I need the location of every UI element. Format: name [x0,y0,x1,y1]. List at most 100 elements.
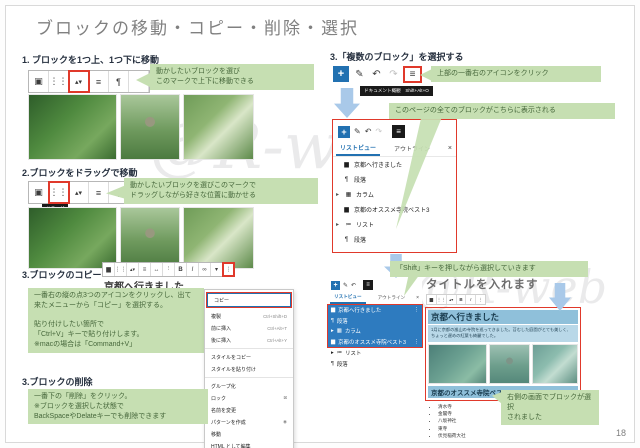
caret-icon: ▸ [336,222,340,228]
list-item-heading1-selected[interactable]: ▆ 京都へ行きました ⋮ [328,305,422,316]
list-item-label: 段落 [354,178,367,184]
inserter-plus-button[interactable]: + [331,280,340,290]
editor-heading1[interactable]: 京都へ行きました [428,310,578,324]
tab-outline[interactable]: アウトライン [374,293,410,303]
menu-item-insert-before[interactable]: 前に挿入 Ctrl+Alt+T [205,322,293,334]
menu-item-paste-styles[interactable]: スタイルを貼り付け [205,363,293,375]
drag-handle-icon[interactable]: ⋮⋮ [49,71,69,92]
list-item-paragraph1[interactable]: ¶ 段落 [333,172,456,187]
menu-item-lock[interactable]: ロック ⊠ [205,392,293,404]
menu-item-label: グループ化 [211,383,236,390]
caret-icon: ▸ [336,192,340,198]
menu-item-rename[interactable]: 名前を変更 [205,404,293,416]
menu-item-group[interactable]: グループ化 [205,380,293,392]
menu-item-label: 前に挿入 [211,325,232,332]
bold-icon[interactable]: B [175,263,187,276]
indent-icon[interactable]: ⫶ [163,263,175,276]
width-icon[interactable]: ↔ [151,263,163,276]
caption-icon[interactable]: ¶ [109,71,129,92]
drag-handle-icon[interactable]: ⋮⋮ [48,181,70,204]
callout-right-selected: 右側の画面でブロックが選択 されました [501,390,599,426]
menu-item-move[interactable]: 移動 [205,428,293,440]
bold-icon[interactable]: B [457,295,467,304]
menu-item-edit-html[interactable]: HTML として編集 [205,440,293,448]
list-item-list[interactable]: ▸ ≔ リスト [328,348,422,359]
temple-list-item[interactable]: 東寺 [438,425,580,432]
selected-rows-highlight: ▆ 京都へ行きました ⋮ ¶ 段落 ▸ ▦ カラム ▆ 京都のオススメ寺院ベスト… [327,304,423,348]
path-photo [182,94,254,160]
inserter-plus-button[interactable]: + [338,125,350,138]
menu-item-insert-after[interactable]: 後に挿入 Ctrl+Alt+Y [205,334,293,346]
block-mover-icon[interactable]: ▴▾ [447,295,457,304]
list-item-columns-selected[interactable]: ▸ ▦ カラム [328,326,422,337]
heading-block-icon[interactable]: ▆ [427,295,437,304]
close-icon[interactable]: × [448,145,452,152]
menu-item-label: パターンを作成 [211,419,246,426]
forest-photo-selected[interactable] [428,343,487,384]
path-photo-selected[interactable] [532,343,578,384]
redo-icon[interactable]: ↷ [387,69,400,80]
list-view-icon-active[interactable]: ≡ [392,125,406,138]
italic-icon[interactable]: I [466,295,477,304]
gallery-block-icon[interactable]: ▣ [29,182,49,203]
kebab-icon: ⋮ [413,338,419,345]
editor-paragraph[interactable]: 1月に京都の嵐山の寺院を巡ってきました。苔むした庭園がとても美しく、ちょっと遅め… [428,325,578,342]
block-mover-icon[interactable]: ▴▾ [69,182,89,203]
align-icon[interactable]: ≡ [89,71,109,92]
tab-list-view[interactable]: リストビュー [330,292,366,304]
link-icon[interactable]: ∞ [199,263,211,276]
inserter-plus-button[interactable]: + [333,66,349,82]
list-item-label: カラム [344,329,361,336]
tab-list-view[interactable]: リストビュー [336,141,381,156]
pencil-icon[interactable]: ✎ [343,282,348,289]
menu-item-copy[interactable]: コピー [206,292,292,308]
align-icon[interactable]: ≡ [139,263,151,276]
statue-photo-selected[interactable] [488,343,531,384]
italic-icon[interactable]: I [187,263,199,276]
list-view-panel-selected: + ✎ ↶ ≡ リストビュー アウトライン × ▆ 京都へ行きました ⋮ ¶ 段… [327,278,423,370]
gallery-block-icon[interactable]: ▣ [29,71,49,92]
menu-item-copy-styles[interactable]: スタイルをコピー [205,351,293,363]
drag-handle-icon[interactable]: ⋮⋮ [115,263,127,276]
list-item-label: 京都へ行きました [354,163,403,169]
undo-icon[interactable]: ↶ [370,69,383,80]
statue-photo [119,94,180,160]
heading-block-icon[interactable]: ▆ [103,263,115,276]
heading-block-icon: ▆ [331,307,336,314]
close-icon[interactable]: × [416,295,419,301]
list-item-list[interactable]: ▸ ≔ リスト [333,217,456,232]
panel-tabs: リストビュー アウトライン × [333,141,456,157]
undo-icon[interactable]: ↶ [365,127,372,136]
list-view-icon[interactable]: ≡ [403,65,422,83]
list-item-paragraph2[interactable]: ¶ 段落 [328,359,422,370]
list-item-heading2-selected[interactable]: ▆ 京都のオススメ寺院ベスト3 ⋮ [328,336,422,347]
menu-divider [205,377,293,378]
kebab-icon[interactable]: ⋮ [476,295,485,304]
drag-handle-icon[interactable]: ⋮⋮ [437,295,447,304]
list-item-label: 京都へ行きました [338,308,382,315]
options-kebab-icon[interactable]: ⋮ [222,262,235,277]
pencil-icon[interactable]: ✎ [354,127,361,136]
list-item-heading2[interactable]: ▆ 京都のオススメ寺院ベスト3 [333,202,456,217]
menu-item-create-pattern[interactable]: パターンを作成 ◉ [205,416,293,428]
menu-item-duplicate[interactable]: 複製 Ctrl+Shift+D [205,310,293,322]
menu-item-label: スタイルをコピー [211,354,252,361]
block-mover-icon[interactable]: ▴▾ [68,70,90,93]
block-mover-icon[interactable]: ▴▾ [127,263,139,276]
redo-icon[interactable]: ↷ [375,127,382,136]
temple-list-item[interactable]: 伏見稲荷大社 [438,432,580,439]
list-item-paragraph2[interactable]: ¶ 段落 [333,232,456,247]
editor-gallery[interactable] [428,343,578,384]
menu-item-label: コピー [214,297,230,304]
list-item-paragraph1-selected[interactable]: ¶ 段落 [328,315,422,326]
editor-top-toolbar: + ✎ ↶ ↷ ≡ [333,65,422,83]
align-icon[interactable]: ≡ [89,182,109,203]
chevron-down-icon[interactable]: ▾ [211,263,223,276]
list-view-icon-active[interactable]: ≡ [363,280,374,290]
panel-tabs: リストビュー アウトライン × [328,292,422,304]
undo-icon[interactable]: ↶ [351,282,356,289]
menu-shortcut: Ctrl+Alt+Y [266,337,287,343]
list-item-heading1[interactable]: ▆ 京都へ行きました [333,157,456,172]
list-item-columns[interactable]: ▸ ▦ カラム [333,187,456,202]
pencil-icon[interactable]: ✎ [353,69,366,80]
